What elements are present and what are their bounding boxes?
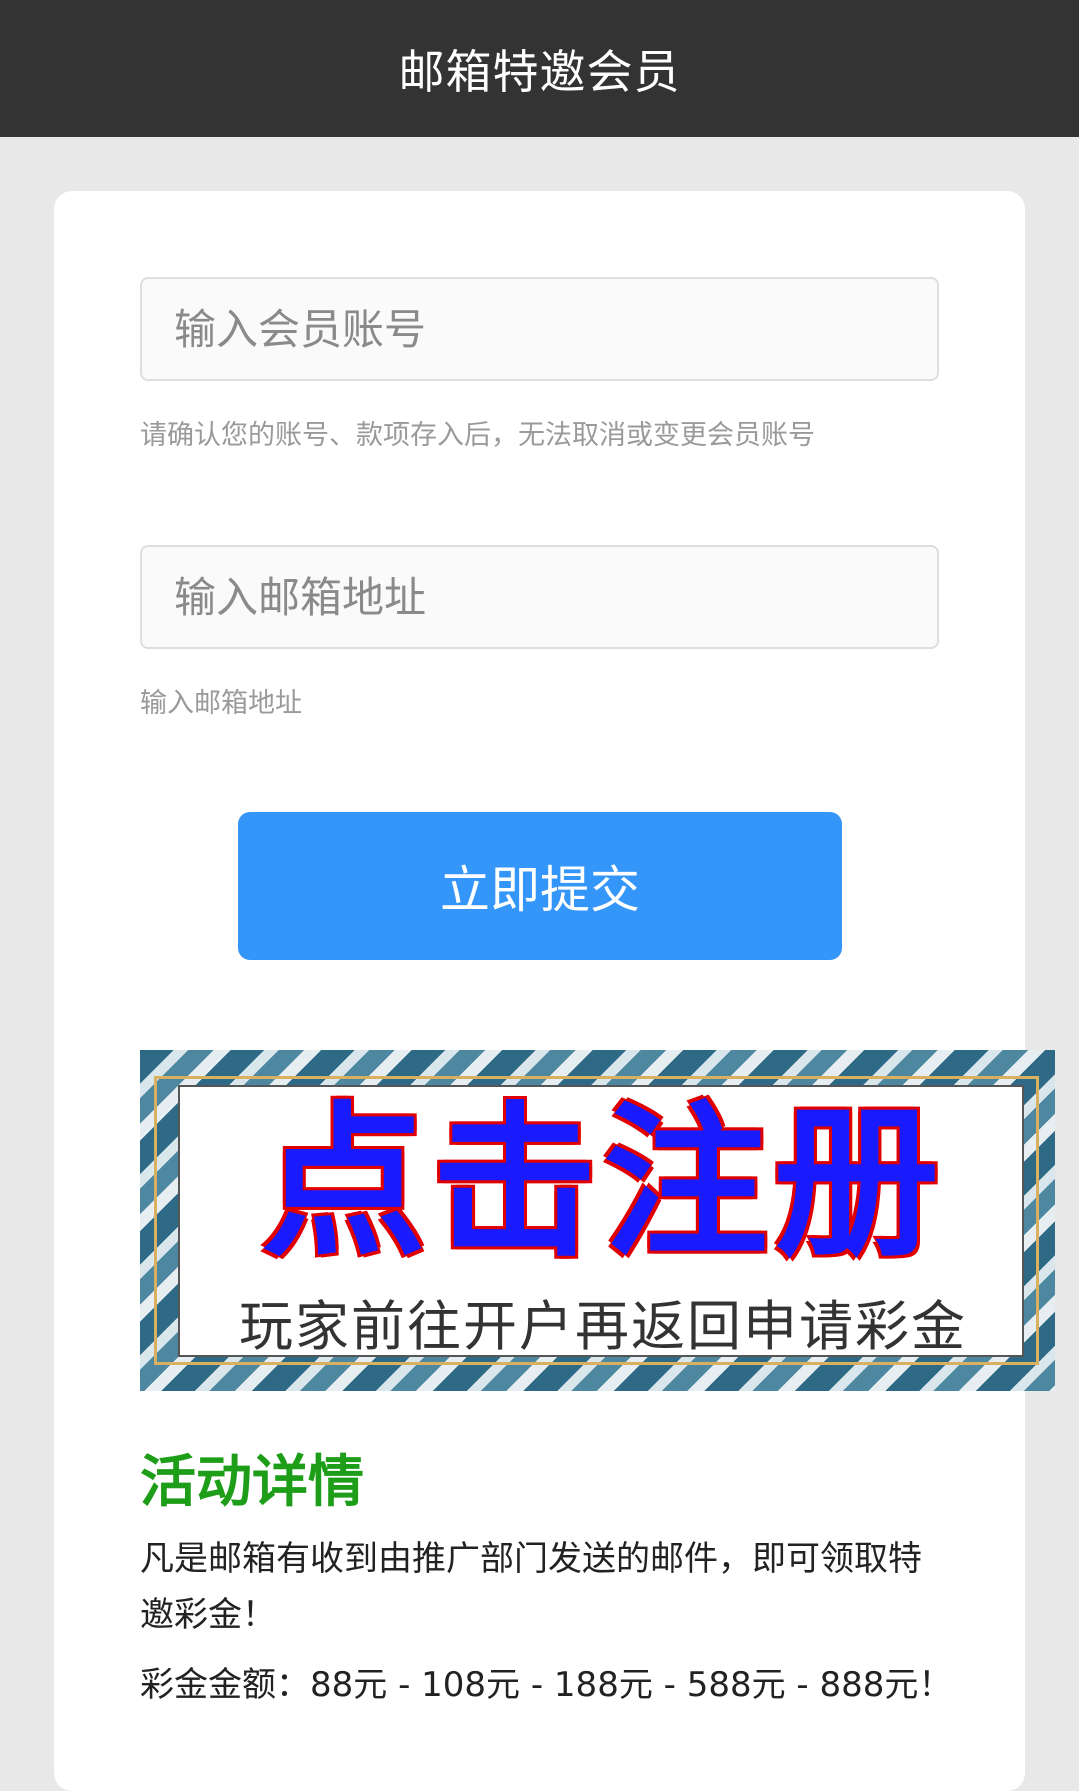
banner-inner: 点击注册 玩家前往开户再返回申请彩金 (178, 1085, 1024, 1358)
email-help-text: 输入邮箱地址 (140, 688, 302, 719)
account-help-text: 请确认您的账号、款项存入后，无法取消或变更会员账号 (140, 420, 815, 451)
app-header: 邮箱特邀会员 (0, 0, 1079, 137)
banner-title: 点击注册 (261, 1087, 945, 1279)
banner-subtitle: 玩家前往开户再返回申请彩金 (239, 1295, 967, 1358)
register-banner[interactable]: 点击注册 玩家前往开户再返回申请彩金 (140, 1050, 1055, 1391)
details-amount: 彩金金额：88元 - 108元 - 188元 - 588元 - 888元！ (140, 1665, 953, 1705)
details-title: 活动详情 (140, 1450, 364, 1515)
details-text: 凡是邮箱有收到由推广部门发送的邮件，即可领取特邀彩金！ (140, 1539, 922, 1635)
account-input[interactable] (140, 277, 939, 381)
email-input[interactable] (140, 545, 939, 649)
page-title: 邮箱特邀会员 (398, 44, 681, 99)
form-card: 请确认您的账号、款项存入后，无法取消或变更会员账号 输入邮箱地址 立即提交 点击… (54, 191, 1055, 1791)
submit-button[interactable]: 立即提交 (238, 812, 842, 960)
